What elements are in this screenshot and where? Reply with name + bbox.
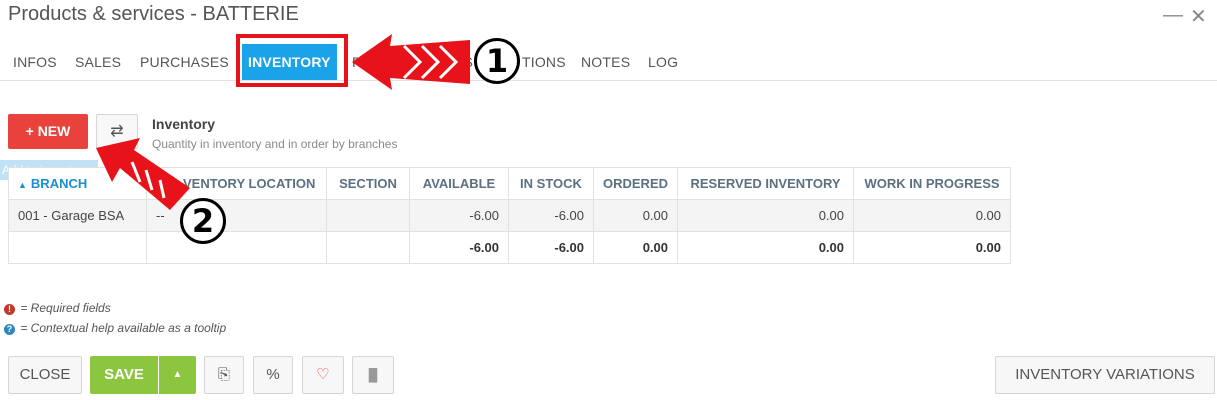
window-title: Products & services - BATTERIE [8,3,299,25]
annotation-highlight-frame [236,34,348,87]
new-button[interactable]: + NEW [8,114,88,149]
annotation-badge-1: 1 [474,38,520,84]
help-note: ? = Contextual help available as a toolt… [4,321,226,335]
heart-icon[interactable]: ♡ [302,356,344,394]
save-button[interactable]: SAVE [90,356,158,394]
total-available: -6.00 [409,231,509,264]
total-reserved: 0.00 [677,231,855,264]
switch-icon[interactable]: ⇄ [96,114,138,149]
barcode-icon[interactable]: ▐▌ [352,356,394,394]
copy-icon[interactable]: ⎘ [204,356,244,394]
tab-partial-tions[interactable]: TIONS [522,44,566,80]
tab-bar: INFOS SALES PURCHASES INVENTORY P AS TIO… [0,44,1217,81]
total-in-stock: -6.00 [508,231,594,264]
cell-wip: 0.00 [853,199,1012,232]
section-subtitle: Quantity in inventory and in order by br… [152,137,398,151]
link-icon[interactable]: % [253,356,293,394]
column-header-section[interactable]: SECTION [326,167,410,200]
column-header-reserved[interactable]: RESERVED INVENTORY [677,167,855,200]
inventory-table: ▲ BRANCH VENTORY LOCATION SECTION AVAILAB… [8,167,1012,264]
column-header-wip[interactable]: WORK IN PROGRESS [853,167,1012,200]
cell-section [326,199,410,232]
column-header-in-stock[interactable]: IN STOCK [508,167,594,200]
column-header-branch[interactable]: ▲ BRANCH [8,167,147,200]
required-icon: ! [4,304,15,315]
annotation-badge-2: 2 [180,198,226,244]
tab-purchases[interactable]: PURCHASES [140,44,229,80]
tab-sales[interactable]: SALES [75,44,121,80]
total-ordered: 0.00 [592,231,679,264]
section-title: Inventory [152,116,216,132]
minimize-icon[interactable]: — [1163,4,1183,27]
table-row[interactable]: 001 - Garage BSA -- -6.00 -6.00 0.00 0.0… [8,199,1012,232]
tab-partial-as[interactable]: AS [454,44,473,80]
column-header-available[interactable]: AVAILABLE [409,167,509,200]
required-fields-note: ! = Required fields [4,301,111,315]
tab-infos[interactable]: INFOS [13,44,57,80]
close-icon[interactable]: ✕ [1190,4,1207,29]
cell-reserved: 0.00 [677,199,855,232]
total-branch [8,231,147,264]
inventory-variations-button[interactable]: INVENTORY VARIATIONS [995,356,1215,394]
sort-asc-icon: ▲ [18,180,27,190]
total-wip: 0.00 [853,231,1012,264]
cell-in-stock: -6.00 [508,199,594,232]
totals-row: -6.00 -6.00 0.00 0.00 0.00 [8,231,1012,264]
cell-branch: 001 - Garage BSA [8,199,147,232]
column-header-location[interactable]: VENTORY LOCATION [146,167,327,200]
total-section [326,231,410,264]
save-options-chevron-icon[interactable]: ▲ [159,356,196,394]
close-button[interactable]: CLOSE [8,356,82,394]
cell-location: -- [146,199,327,232]
total-location [146,231,327,264]
tab-log[interactable]: LOG [648,44,678,80]
cell-ordered: 0.00 [592,199,679,232]
column-header-ordered[interactable]: ORDERED [592,167,679,200]
tab-partial-p[interactable]: P [352,44,362,80]
cell-available: -6.00 [409,199,509,232]
help-icon: ? [4,324,15,335]
tab-notes[interactable]: NOTES [581,44,630,80]
